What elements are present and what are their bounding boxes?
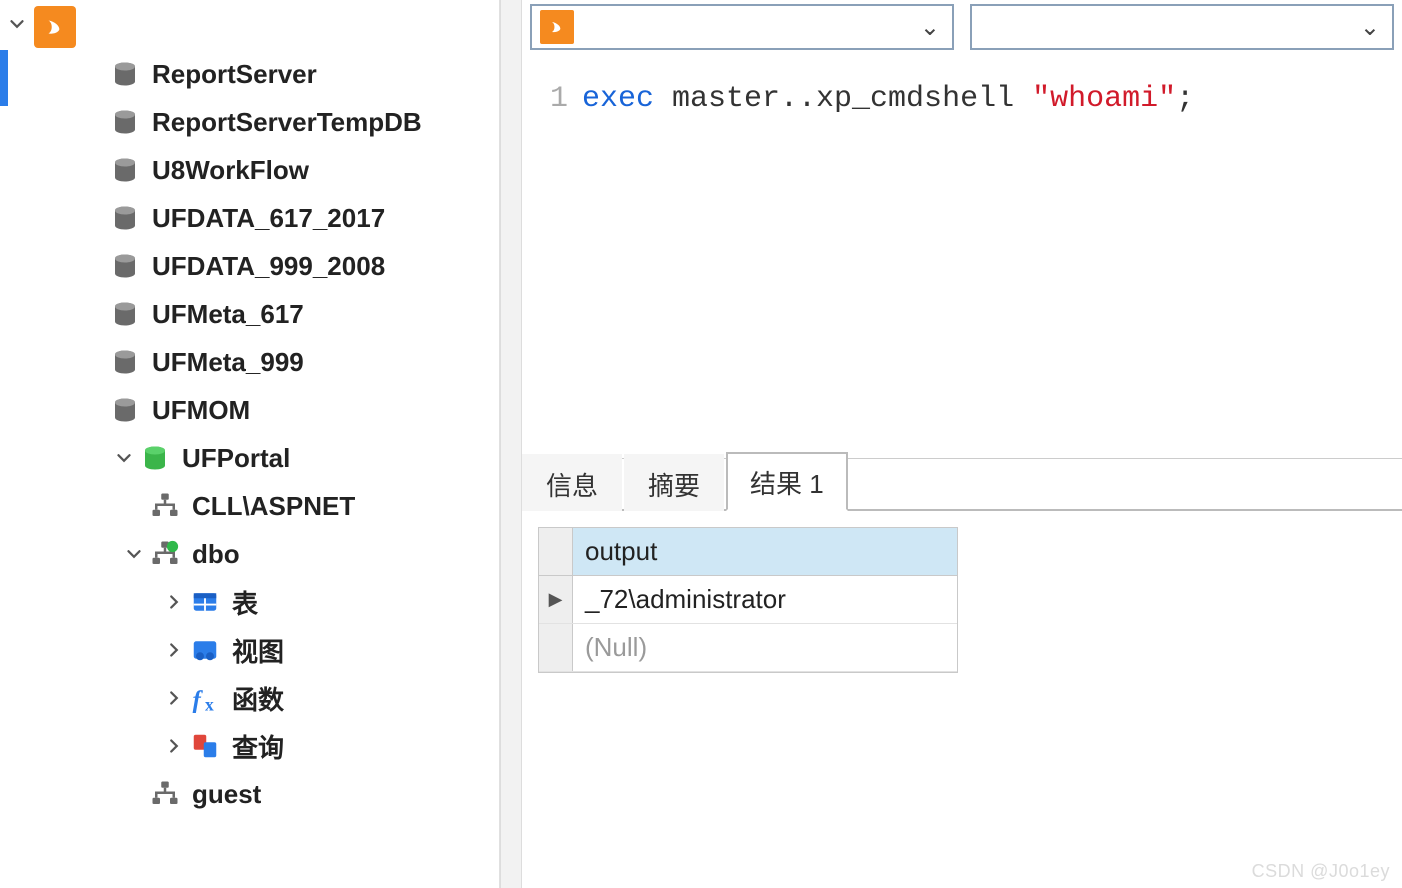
chevron-right-icon[interactable] <box>160 591 188 613</box>
line-number: 1 <box>522 82 568 116</box>
db-item[interactable]: UFMeta_999 <box>0 338 499 386</box>
code-line[interactable]: exec master..xp_cmdshell "whoami"; <box>582 82 1402 458</box>
schema-icon <box>148 779 182 809</box>
query-icon <box>188 731 222 761</box>
database-active-icon <box>138 443 172 473</box>
tab-result-1[interactable]: 结果 1 <box>726 452 848 511</box>
child-label: 查询 <box>232 728 284 765</box>
chevron-down-icon: ⌄ <box>1360 13 1380 42</box>
db-item[interactable]: UFMOM <box>0 386 499 434</box>
connection-icon <box>540 10 574 44</box>
cell-output[interactable]: _72\administrator <box>573 576 957 623</box>
chevron-right-icon[interactable] <box>160 639 188 661</box>
schema-child[interactable]: fx 函数 <box>0 674 499 722</box>
row-header-corner <box>539 528 573 575</box>
database-icon <box>108 203 142 233</box>
child-label: 表 <box>232 584 258 621</box>
sql-keyword: exec <box>582 82 654 116</box>
schema-label: guest <box>192 779 261 810</box>
schema-item[interactable]: CLL\ASPNET <box>0 482 499 530</box>
connection-selector[interactable]: ⌄ <box>530 4 954 50</box>
database-icon <box>108 347 142 377</box>
connection-row[interactable] <box>0 4 499 50</box>
schema-child[interactable]: 查询 <box>0 722 499 770</box>
db-item[interactable]: UFDATA_999_2008 <box>0 242 499 290</box>
database-icon <box>108 59 142 89</box>
db-label: UFPortal <box>182 443 290 474</box>
db-label: UFDATA_999_2008 <box>152 251 385 282</box>
current-row-icon: ▶ <box>549 589 563 610</box>
sql-text: ; <box>1176 82 1194 116</box>
toolbar: ⌄ ⌄ <box>522 0 1402 58</box>
chevron-icon[interactable] <box>120 543 148 565</box>
chevron-right-icon[interactable] <box>160 687 188 709</box>
schema-icon <box>148 539 182 569</box>
db-label: U8WorkFlow <box>152 155 309 186</box>
db-label: ReportServer <box>152 59 317 90</box>
schema-label: dbo <box>192 539 240 570</box>
db-item[interactable]: ReportServerTempDB <box>0 98 499 146</box>
fx-icon: fx <box>188 683 222 713</box>
db-item[interactable]: U8WorkFlow <box>0 146 499 194</box>
line-gutter: 1 <box>522 82 582 458</box>
db-label: UFMeta_617 <box>152 299 304 330</box>
tab-summary[interactable]: 摘要 <box>624 454 724 511</box>
database-icon <box>108 251 142 281</box>
row-header[interactable]: ▶ <box>539 576 573 623</box>
db-item[interactable]: ReportServer <box>0 50 499 98</box>
chevron-down-icon[interactable] <box>110 447 138 469</box>
table-row[interactable]: (Null) <box>539 624 957 672</box>
schema-icon <box>148 491 182 521</box>
column-header[interactable]: output <box>573 528 957 575</box>
sql-text: master..xp_cmdshell <box>654 82 1032 116</box>
schema-child[interactable]: 表 <box>0 578 499 626</box>
chevron-down-icon[interactable] <box>6 13 28 40</box>
cell-output[interactable]: (Null) <box>573 624 957 671</box>
chevron-right-icon[interactable] <box>160 735 188 757</box>
result-tabbar: 信息 摘要 结果 1 <box>522 459 1402 511</box>
child-label: 函数 <box>232 680 284 717</box>
sql-editor[interactable]: 1 exec master..xp_cmdshell "whoami"; <box>522 58 1402 458</box>
main-area: ⌄ ⌄ 1 exec master..xp_cmdshell "whoami";… <box>522 0 1402 888</box>
grid-header: output <box>539 528 957 576</box>
db-item[interactable]: UFDATA_617_2017 <box>0 194 499 242</box>
watermark: CSDN @J0o1ey <box>1252 861 1390 882</box>
sql-string: "whoami" <box>1032 82 1176 116</box>
table-row[interactable]: ▶ _72\administrator <box>539 576 957 624</box>
schema-child[interactable]: 视图 <box>0 626 499 674</box>
schema-label: CLL\ASPNET <box>192 491 355 522</box>
db-label: UFMOM <box>152 395 250 426</box>
database-icon <box>108 299 142 329</box>
database-icon <box>108 395 142 425</box>
chevron-down-icon: ⌄ <box>920 13 940 42</box>
db-label: ReportServerTempDB <box>152 107 422 138</box>
sidebar: ReportServer ReportServerTempDB U8WorkFlow… <box>0 0 500 888</box>
schema-item[interactable]: guest <box>0 770 499 818</box>
db-item-ufportal[interactable]: UFPortal <box>0 434 499 482</box>
results-panel: 信息 摘要 结果 1 output ▶ _72\administrator(Nu… <box>522 458 1402 888</box>
svg-text:x: x <box>205 695 214 714</box>
selection-bar <box>0 50 8 106</box>
db-item[interactable]: UFMeta_617 <box>0 290 499 338</box>
view-icon <box>188 635 222 665</box>
child-label: 视图 <box>232 632 284 669</box>
result-grid[interactable]: output ▶ _72\administrator(Null) <box>538 527 958 673</box>
tab-info[interactable]: 信息 <box>522 454 622 511</box>
db-label: UFDATA_617_2017 <box>152 203 385 234</box>
database-icon <box>108 107 142 137</box>
svg-text:f: f <box>193 687 204 713</box>
vertical-splitter[interactable] <box>500 0 522 888</box>
schema-item[interactable]: dbo <box>0 530 499 578</box>
table-icon <box>188 587 222 617</box>
db-label: UFMeta_999 <box>152 347 304 378</box>
row-header[interactable] <box>539 624 573 671</box>
connection-icon <box>34 6 76 48</box>
database-selector[interactable]: ⌄ <box>970 4 1394 50</box>
database-icon <box>108 155 142 185</box>
